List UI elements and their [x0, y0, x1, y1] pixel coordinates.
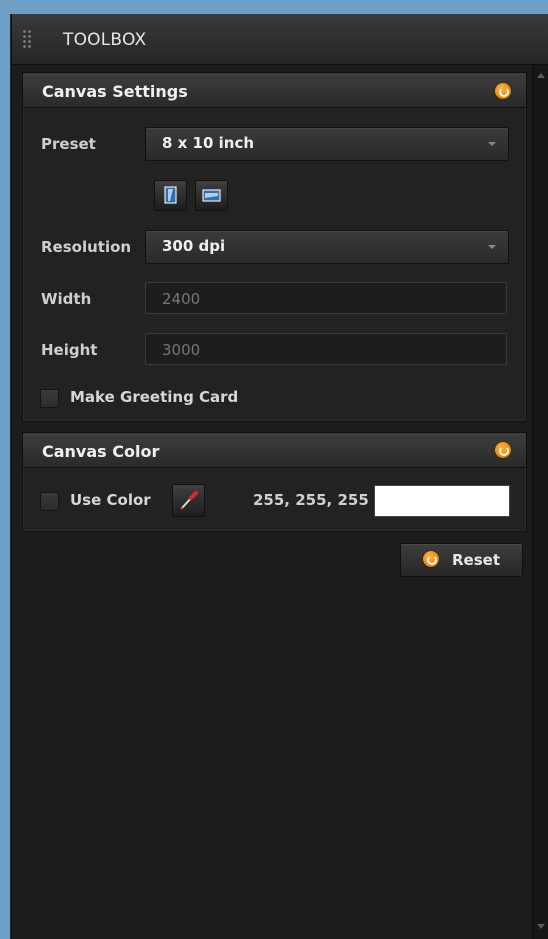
chevron-down-icon — [488, 245, 496, 249]
refresh-icon — [423, 551, 439, 567]
resolution-dropdown[interactable]: 300 dpi — [145, 230, 509, 264]
canvas-settings-header[interactable]: Canvas Settings — [23, 73, 526, 108]
eyedropper-button[interactable] — [172, 484, 205, 517]
height-field[interactable]: 3000 — [145, 333, 507, 365]
width-value: 2400 — [162, 290, 201, 308]
resolution-value: 300 dpi — [162, 237, 226, 255]
resolution-label: Resolution — [41, 238, 132, 256]
canvas-color-header[interactable]: Canvas Color — [23, 433, 526, 468]
toolbox-titlebar[interactable]: TOOLBOX — [12, 14, 548, 65]
greeting-card-label[interactable]: Make Greeting Card — [70, 388, 238, 406]
toolbox-panel: TOOLBOX Canvas Settings Preset 8 x 10 in… — [11, 14, 548, 939]
portrait-button[interactable] — [154, 180, 187, 211]
use-color-checkbox[interactable] — [40, 492, 59, 511]
canvas-color-title: Canvas Color — [42, 442, 160, 461]
eyedropper-icon — [180, 491, 198, 510]
width-field[interactable]: 2400 — [145, 282, 507, 314]
greeting-card-checkbox[interactable] — [40, 389, 59, 408]
width-label: Width — [41, 290, 92, 308]
use-color-label[interactable]: Use Color — [70, 491, 151, 509]
reset-label: Reset — [452, 551, 500, 569]
landscape-orientation-icon — [202, 189, 221, 202]
toolbox-title: TOOLBOX — [63, 30, 147, 50]
canvas-settings-title: Canvas Settings — [42, 82, 188, 101]
preset-value: 8 x 10 inch — [162, 134, 255, 152]
chevron-down-icon — [488, 142, 496, 146]
scroll-down-arrow-icon[interactable] — [537, 924, 545, 929]
reset-button[interactable]: Reset — [400, 543, 523, 577]
canvas-settings-section: Canvas Settings Preset 8 x 10 inch Resol… — [22, 72, 527, 422]
landscape-button[interactable] — [195, 180, 228, 211]
preset-dropdown[interactable]: 8 x 10 inch — [145, 127, 509, 161]
refresh-icon[interactable] — [495, 442, 511, 458]
rgb-value: 255, 255, 255 — [253, 491, 369, 509]
color-swatch[interactable] — [374, 485, 510, 517]
height-value: 3000 — [162, 341, 201, 359]
grip-icon[interactable] — [22, 29, 32, 49]
scroll-up-arrow-icon[interactable] — [537, 73, 545, 78]
canvas-color-section: Canvas Color Use Color 255, 255, 255 — [22, 432, 527, 532]
portrait-orientation-icon — [164, 186, 177, 204]
vertical-scrollbar[interactable] — [532, 65, 548, 939]
refresh-icon[interactable] — [495, 83, 511, 99]
height-label: Height — [41, 341, 98, 359]
preset-label: Preset — [41, 135, 96, 153]
